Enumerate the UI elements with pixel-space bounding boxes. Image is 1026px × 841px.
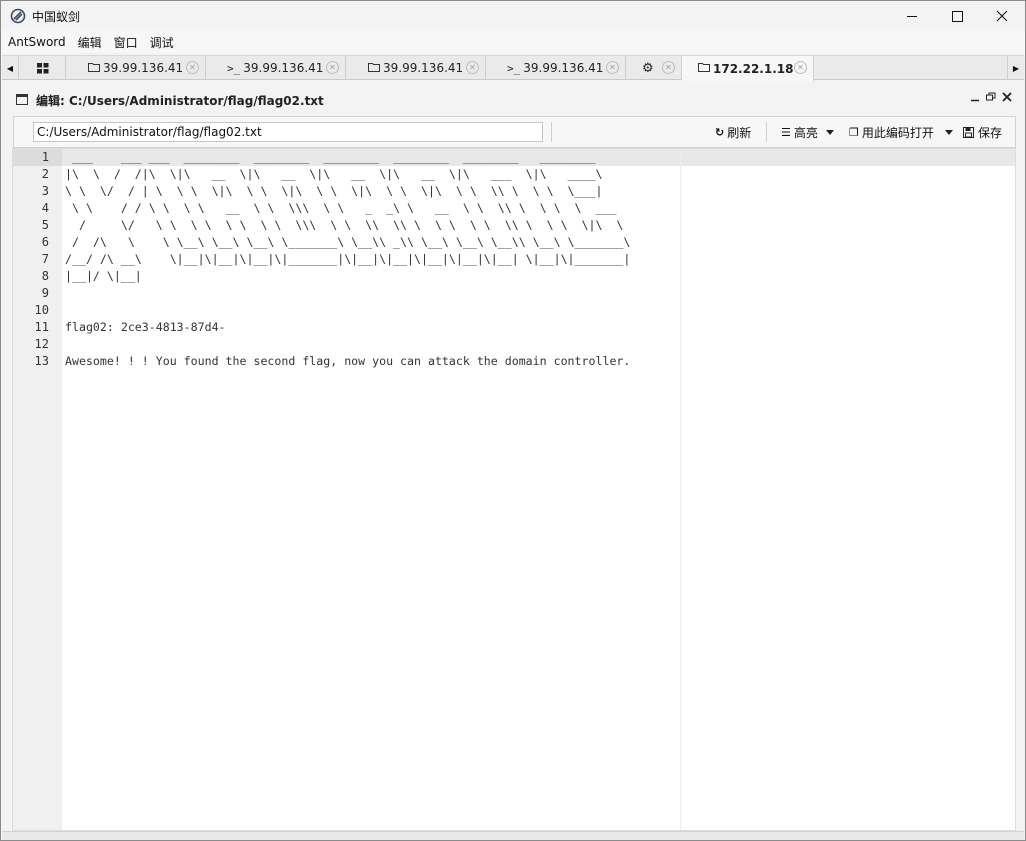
tab-bar: ◀ 39.99.136.41 ✕ >_ 39.99.136.41 ✕ 39.99… — [2, 55, 1024, 81]
code-line: \ \ \/ / | \ \ \ \|\ \ \ \|\ \ \ \|\ \ \… — [65, 184, 603, 198]
toolbar-divider — [551, 122, 552, 142]
tab-close-icon[interactable]: ✕ — [466, 61, 479, 74]
minimize-button[interactable] — [889, 1, 935, 31]
title-bar[interactable]: 中国蚁剑 — [1, 1, 1025, 31]
tab-close-icon[interactable]: ✕ — [326, 61, 339, 74]
grid-icon — [36, 62, 48, 73]
code-editor[interactable]: 1 2 3 4 5 6 7 8 9 10 11 12 13 ___ ___ ___ ________ _… — [12, 148, 1016, 831]
tab-home[interactable] — [20, 56, 66, 80]
code-line: Awesome! ! ! You found the second flag, … — [65, 354, 631, 368]
editor-toolbar: ↻ 刷新 ☰ 高亮 ❐ 用此编码打开 保存 — [13, 116, 1016, 148]
folder-icon — [88, 62, 100, 75]
chevron-down-icon — [825, 130, 834, 135]
line-number: 11 — [34, 320, 49, 334]
line-number: 10 — [34, 303, 49, 317]
tab-filemanager-2[interactable]: 39.99.136.41 ✕ — [346, 56, 486, 80]
tab-close-icon[interactable]: ✕ — [794, 61, 807, 74]
restore-icon — [986, 92, 996, 101]
panel-close-button[interactable] — [1002, 92, 1012, 105]
code-line: |__|/ \|__| — [65, 269, 142, 283]
code-line: / \/ \ \ \ \ \ \ \ \ \\\ \ \ \\ \\ \ \ \… — [65, 218, 624, 232]
line-number: 9 — [41, 286, 49, 300]
line-number: 2 — [41, 167, 49, 181]
chevron-down-icon — [944, 130, 953, 135]
antsword-logo-icon — [10, 8, 26, 24]
tab-label: 39.99.136.41 — [103, 61, 184, 75]
tab-label: 39.99.136.41 — [523, 61, 604, 75]
gear-icon: ⚙ — [642, 60, 654, 76]
line-number: 12 — [34, 337, 49, 351]
line-number: 8 — [41, 269, 49, 283]
tab-label: 172.22.1.18 — [713, 61, 794, 76]
panel-minimize-button[interactable] — [971, 92, 979, 105]
tab-label: 39.99.136.41 — [243, 61, 324, 75]
menu-antsword[interactable]: AntSword — [8, 35, 66, 49]
line-number: 1 — [41, 150, 49, 164]
menu-edit[interactable]: 编辑 — [78, 34, 102, 51]
refresh-label: 刷新 — [727, 126, 752, 140]
tab-scroll-left-button[interactable]: ◀ — [2, 56, 19, 80]
folder-icon — [368, 62, 380, 75]
maximize-button[interactable] — [934, 1, 980, 31]
tab-close-icon[interactable]: ✕ — [606, 61, 619, 74]
window-title: 中国蚁剑 — [32, 10, 81, 24]
floppy-disk-icon — [963, 127, 974, 138]
code-line: ___ ___ ___ ________ ________ ________ _… — [65, 150, 596, 164]
menu-debug[interactable]: 调试 — [150, 34, 174, 51]
code-line: /__/ /\ __\ \|__|\|__|\|__|\|_______|\|_… — [65, 252, 631, 266]
list-icon: ☰ — [781, 126, 791, 139]
line-number: 5 — [41, 218, 49, 232]
tab-scroll-right-button[interactable]: ▶ — [1007, 56, 1024, 80]
line-number: 3 — [41, 184, 49, 198]
menu-window[interactable]: 窗口 — [114, 34, 138, 51]
line-number: 7 — [41, 252, 49, 266]
terminal-icon: >_ — [227, 61, 241, 75]
minimize-icon — [906, 15, 917, 17]
minimize-icon — [971, 99, 979, 102]
tab-close-icon[interactable]: ✕ — [662, 61, 675, 74]
code-line: \ \ / / \ \ \ \ __ \ \ \\\ \ \ _ _\ \ __… — [65, 201, 617, 215]
tab-filemanager-1[interactable]: 39.99.136.41 ✕ — [66, 56, 206, 80]
code-line: |\ \ / /|\ \|\ __ \|\ __ \|\ __ \|\ __ \… — [65, 167, 603, 181]
close-icon — [996, 10, 1008, 22]
highlight-label: 高亮 — [793, 126, 818, 140]
open-with-encoding-label: 用此编码打开 — [861, 126, 934, 140]
refresh-icon: ↻ — [715, 126, 725, 139]
tab-filemanager-active[interactable]: 172.22.1.18 ✕ — [682, 56, 814, 81]
menu-bar: AntSword 编辑 窗口 调试 — [1, 31, 1025, 53]
code-line: flag02: 2ce3-4813-87d4- — [65, 320, 226, 334]
tab-settings[interactable]: ⚙ ✕ — [626, 56, 682, 80]
code-line: / /\ \ \ \__\ \__\ \__\ \_______\ \__\\ … — [65, 235, 631, 249]
tab-terminal-1[interactable]: >_ 39.99.136.41 ✕ — [206, 56, 346, 80]
line-number: 13 — [34, 354, 49, 368]
status-bar — [2, 831, 1024, 840]
close-window-button[interactable] — [979, 1, 1025, 31]
panel-restore-button[interactable] — [986, 92, 996, 105]
panel-title: 编辑: C:/Users/Administrator/flag/flag02.t… — [36, 94, 324, 108]
window-icon — [16, 94, 28, 105]
app-window: 中国蚁剑 AntSword 编辑 窗口 调试 ◀ 39.99.136.41 ✕ … — [0, 0, 1026, 841]
maximize-icon — [951, 10, 963, 22]
save-button[interactable]: 保存 — [963, 124, 1002, 141]
highlight-dropdown[interactable]: ☰ 高亮 — [781, 124, 834, 141]
line-number: 4 — [41, 201, 49, 215]
editor-panel-header: 编辑: C:/Users/Administrator/flag/flag02.t… — [2, 89, 1024, 111]
file-copy-icon: ❐ — [849, 126, 859, 139]
save-label: 保存 — [978, 126, 1003, 140]
line-number: 6 — [41, 235, 49, 249]
tab-close-icon[interactable]: ✕ — [186, 61, 199, 74]
tab-terminal-2[interactable]: >_ 39.99.136.41 ✕ — [486, 56, 626, 80]
close-icon — [1002, 92, 1012, 102]
refresh-button[interactable]: ↻ 刷新 — [715, 124, 751, 141]
terminal-icon: >_ — [507, 61, 521, 75]
file-path-input[interactable] — [33, 122, 543, 142]
toolbar-divider — [766, 122, 767, 142]
open-with-encoding-dropdown[interactable]: ❐ 用此编码打开 — [849, 124, 953, 141]
tab-label: 39.99.136.41 — [383, 61, 464, 75]
folder-icon — [698, 62, 710, 75]
print-margin — [680, 149, 681, 830]
